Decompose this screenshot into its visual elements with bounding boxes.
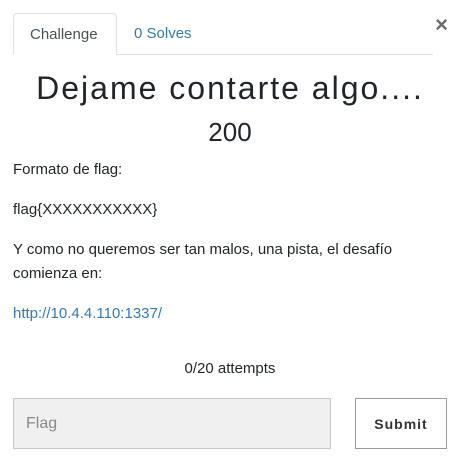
tab-challenge[interactable]: Challenge bbox=[13, 13, 117, 55]
submit-button[interactable]: Submit bbox=[355, 398, 447, 449]
description-line: Formato de flag: bbox=[13, 161, 123, 178]
challenge-link[interactable]: http://10.4.4.110:1337/ bbox=[13, 302, 433, 326]
tab-solves[interactable]: 0 Solves bbox=[118, 13, 208, 54]
challenge-title: Dejame contarte algo.... bbox=[36, 70, 424, 106]
attempts-counter: 0/20 attempts bbox=[184, 360, 276, 377]
challenge-modal: × Challenge 0 Solves Dejame contarte alg… bbox=[0, 0, 466, 462]
description-line: Y como no queremos ser tan malos, una pi… bbox=[13, 241, 393, 282]
description-line: flag{XXXXXXXXXXX} bbox=[13, 201, 158, 218]
tab-bar: Challenge 0 Solves bbox=[13, 13, 433, 55]
challenge-points: 200 bbox=[208, 117, 252, 147]
close-icon[interactable]: × bbox=[435, 14, 448, 36]
flag-input[interactable] bbox=[13, 398, 331, 449]
